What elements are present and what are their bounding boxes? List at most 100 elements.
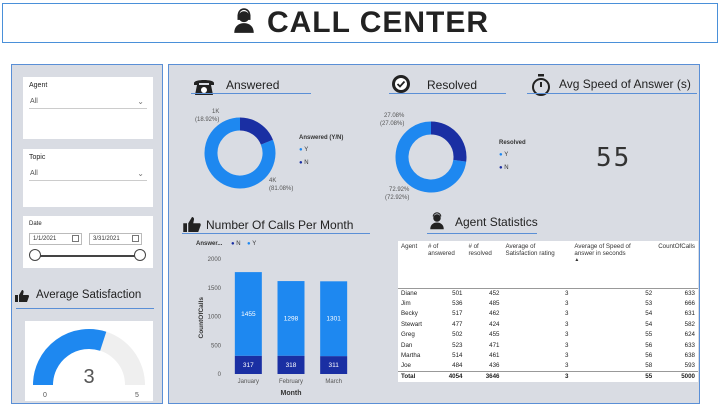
satisfaction-gauge: 3 0 5: [33, 329, 145, 399]
table-cell: 58: [645, 362, 653, 370]
table-cell: 455: [489, 331, 500, 339]
table-row[interactable]: Stewart 477 424 3 54 582: [398, 319, 698, 329]
resolved-y-label: 72.92%: [389, 187, 410, 193]
table-cell: 52: [645, 289, 653, 297]
y-axis-label: CountOfCalls: [198, 297, 205, 339]
table-cell: 436: [489, 362, 500, 370]
x-axis-label: Month: [281, 390, 302, 397]
answered-legend-y: ● Y: [299, 147, 309, 153]
sort-ascending-icon: ▲: [574, 257, 580, 263]
calls-per-month-title: Number Of Calls Per Month: [206, 218, 354, 232]
table-row[interactable]: Greg 502 455 3 55 624: [398, 330, 698, 340]
table-row[interactable]: Jim 536 485 3 53 666: [398, 298, 698, 308]
table-row[interactable]: Martha 514 461 3 56 638: [398, 350, 698, 360]
gauge-min: 0: [43, 392, 47, 399]
topic-dropdown[interactable]: All ⌄: [29, 167, 147, 181]
gauge-max: 5: [135, 392, 139, 399]
topic-dropdown-value: All: [30, 170, 38, 177]
table-cell: 471: [489, 341, 500, 349]
start-date-input[interactable]: 1/1/2021: [29, 233, 82, 245]
calls-legend-title: Answer...: [196, 241, 223, 247]
table-cell: Joe: [401, 362, 411, 370]
column-header[interactable]: Average of Speed of answer in seconds ▲: [571, 241, 655, 288]
table-cell: 3: [564, 352, 569, 360]
resolved-legend-y: ● Y: [499, 152, 509, 158]
agent-icon: [428, 212, 446, 235]
agent-dropdown-value: All: [30, 98, 38, 105]
bar-data-label: 318: [286, 362, 297, 369]
answered-y-pct: (81.08%): [269, 186, 294, 192]
agent-slicer-label: Agent: [29, 82, 48, 89]
resolved-y-pct: (72.92%): [385, 195, 410, 201]
answered-slice-n[interactable]: [239, 117, 273, 146]
table-cell: 517: [452, 310, 463, 318]
date-slider-track[interactable]: [35, 255, 140, 257]
resolved-donut-chart: [395, 121, 467, 193]
end-date-input[interactable]: 3/31/2021: [89, 233, 142, 245]
table-cell: 514: [452, 352, 463, 360]
table-cell: 424: [489, 320, 500, 328]
y-tick-label: 1000: [208, 315, 222, 321]
date-slider-end-handle[interactable]: [134, 249, 146, 261]
table-cell: 501: [452, 289, 463, 297]
table-cell: 3: [564, 300, 569, 308]
agent-dropdown[interactable]: All ⌄: [29, 95, 147, 109]
main-panel: Answered 1K (18.92%) 4K (81.08%) Answere…: [168, 64, 700, 404]
thumbs-up-icon: [15, 289, 29, 307]
agent-stats-underline: [427, 233, 537, 234]
table-cell: 485: [489, 300, 500, 308]
table-cell: 54: [645, 320, 653, 328]
calls-per-month-bar-chart: 0 500 1000 1500 2000 CountOfCalls 317 1455 Janua…: [198, 257, 348, 397]
x-tick-label: February: [279, 379, 303, 385]
date-slider-start-handle[interactable]: [29, 249, 41, 261]
avg-speed-underline: [527, 93, 697, 94]
check-badge-icon: [391, 74, 411, 99]
table-total-row[interactable]: Total 4054 3646 3 55 5000: [398, 370, 698, 382]
answered-legend-n: ● N: [299, 160, 309, 166]
resolved-n-pct: (27.08%): [380, 121, 405, 127]
table-body: Diane 501 452 3 52 633 Jim 536 485 3 53 666 Becky 517…: [398, 288, 698, 382]
date-slicer-label: Date: [29, 221, 42, 227]
calendar-icon[interactable]: [132, 235, 139, 242]
table-cell: 582: [684, 320, 695, 328]
answered-n-pct: (18.92%): [195, 117, 220, 123]
table-cell: 593: [684, 362, 695, 370]
table-cell: Jim: [401, 300, 411, 308]
table-cell: 3: [564, 289, 569, 297]
table-cell: Greg: [401, 331, 415, 339]
calls-legend-n: ● N: [231, 241, 241, 247]
table-cell: 3: [564, 320, 569, 328]
resolved-slice-n[interactable]: [430, 121, 467, 162]
answered-n-label: 1K: [212, 109, 220, 115]
resolved-n-label: 27.08%: [384, 113, 405, 119]
table-cell: 55: [571, 370, 656, 382]
agent-stats-table: Agent # of answered # of resolved Average o…: [398, 241, 698, 382]
table-cell: 55: [645, 331, 653, 339]
table-cell: 462: [489, 310, 500, 318]
table-cell: 54: [645, 310, 653, 318]
table-cell: 624: [684, 331, 695, 339]
bar-data-label: 311: [328, 362, 339, 369]
table-cell: 3: [564, 331, 569, 339]
table-row[interactable]: Joe 484 436 3 58 593: [398, 361, 698, 371]
avg-satisfaction-card: 3 0 5: [25, 321, 153, 401]
y-tick-label: 2000: [208, 257, 222, 263]
table-row[interactable]: Diane 501 452 3 52 633: [398, 288, 698, 298]
column-header[interactable]: # of resolved: [465, 241, 502, 288]
resolved-title: Resolved: [427, 78, 478, 92]
agent-slicer: Agent All ⌄: [23, 77, 153, 139]
table-cell: 4054: [424, 370, 466, 382]
chevron-down-icon: ⌄: [137, 169, 144, 178]
table-row[interactable]: Dan 523 471 3 56 633: [398, 340, 698, 350]
avg-satisfaction-underline: [16, 308, 154, 309]
date-slicer: Date 1/1/2021 3/31/2021: [23, 216, 153, 268]
column-header[interactable]: Agent: [398, 241, 425, 288]
table-row[interactable]: Becky 517 462 3 54 631: [398, 309, 698, 319]
column-header[interactable]: Average of Satisfaction rating: [502, 241, 571, 288]
calendar-icon[interactable]: [72, 235, 79, 242]
table-cell: 56: [645, 352, 653, 360]
table-cell: Becky: [401, 310, 418, 318]
column-header[interactable]: CountOfCalls: [655, 241, 698, 288]
page-title: CALL CENTER: [266, 6, 490, 39]
column-header[interactable]: # of answered: [425, 241, 465, 288]
